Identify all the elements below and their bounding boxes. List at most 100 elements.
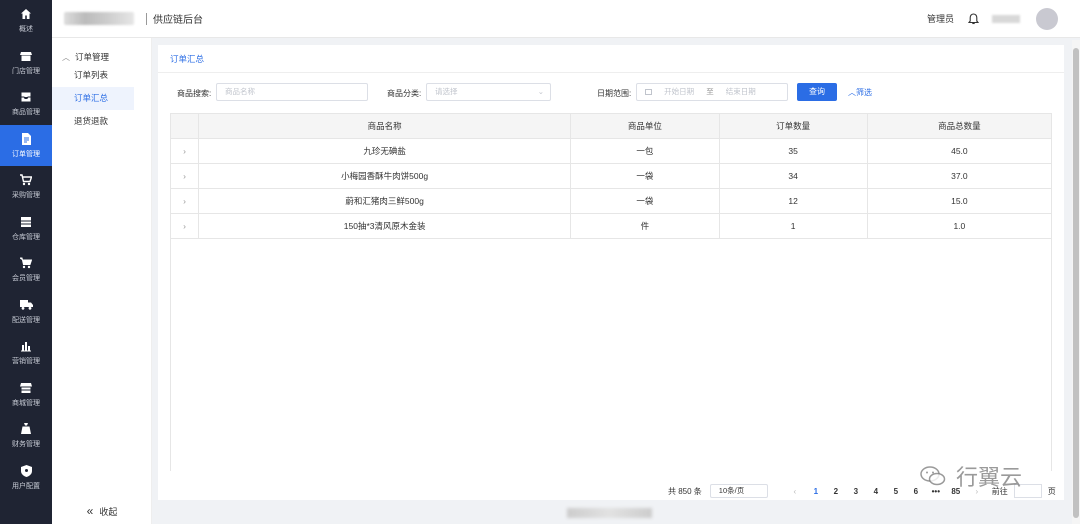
table-cell: 一包 xyxy=(570,138,720,164)
subnav-group-orders[interactable]: ︿ 订单管理 xyxy=(52,38,151,64)
sidebar-item-purchase[interactable]: 采购管理 xyxy=(0,166,52,208)
sidebar-item-label: 营销管理 xyxy=(12,358,40,366)
column-header[interactable]: 商品名称 xyxy=(197,113,572,139)
expand-chevron-icon[interactable]: › xyxy=(170,188,199,214)
subnav-group-label: 订单管理 xyxy=(75,52,110,62)
table-cell: 1 xyxy=(718,213,868,239)
expand-chevron-icon[interactable]: › xyxy=(170,163,199,189)
sidebar-item-label: 订单管理 xyxy=(12,150,40,158)
sidebar-item-goods[interactable]: 商品管理 xyxy=(0,83,52,125)
wechat-icon xyxy=(920,466,946,486)
money-bag-icon xyxy=(19,422,33,436)
shop-icon xyxy=(19,381,33,395)
sidebar-item-label: 配送管理 xyxy=(12,316,40,324)
chevron-up-icon: ︿ xyxy=(848,88,856,97)
header-divider xyxy=(146,12,147,25)
date-range-picker[interactable]: 开始日期 至 结束日期 xyxy=(636,83,788,101)
page-size-select[interactable]: 10条/页 xyxy=(709,484,768,498)
sidebar-item-label: 商城管理 xyxy=(12,399,40,407)
page-button[interactable]: 2 xyxy=(826,487,846,496)
table-cell: 一袋 xyxy=(570,188,720,214)
filter-toggle[interactable]: ︿筛选 xyxy=(848,87,872,98)
bar-chart-icon xyxy=(19,339,33,353)
page-button[interactable]: 5 xyxy=(886,487,906,496)
sidebar-item-user-config[interactable]: 用户配置 xyxy=(0,457,52,499)
date-end-placeholder: 结束日期 xyxy=(725,87,756,96)
table-cell: 37.0 xyxy=(866,163,1053,189)
top-header: 供应链后台 管理员 xyxy=(52,0,1080,38)
avatar[interactable] xyxy=(1036,7,1058,30)
category-select[interactable]: 请选择 ⌄ xyxy=(426,83,551,101)
page-button[interactable]: 3 xyxy=(846,487,866,496)
page-title: 订单汇总 xyxy=(158,45,1064,73)
bell-icon[interactable] xyxy=(966,12,980,26)
warehouse-icon xyxy=(19,215,33,229)
main-content: 订单汇总 商品搜索: 商品名称 商品分类: 请选择 ⌄ 日期范围: 开始日期 至… xyxy=(158,45,1064,500)
calendar-icon xyxy=(645,89,652,96)
cart-icon xyxy=(19,256,33,270)
query-button[interactable]: 查询 xyxy=(797,83,837,101)
column-header[interactable]: 订单数量 xyxy=(718,113,868,139)
sub-navigation: ︿ 订单管理 订单列表 订单汇总 退货退款 « 收起 xyxy=(52,38,152,524)
table-row: › 九珍无碘盐 一包 35 45.0 xyxy=(170,138,1053,164)
table-cell: 150抽*3清风原木金装 xyxy=(197,213,572,239)
sidebar-item-delivery[interactable]: 配送管理 xyxy=(0,291,52,333)
sidebar-item-member[interactable]: 会员管理 xyxy=(0,249,52,291)
search-input[interactable]: 商品名称 xyxy=(216,83,368,101)
app-title: 供应链后台 xyxy=(153,15,203,26)
total-count: 共 850 条 xyxy=(668,486,702,496)
sidebar-item-finance[interactable]: 财务管理 xyxy=(0,415,52,457)
filter-label: 筛选 xyxy=(856,88,872,97)
table-cell: 12 xyxy=(718,188,868,214)
table-row: › 蔚和汇猪肉三鲜500g 一袋 12 15.0 xyxy=(170,188,1053,214)
column-header[interactable]: 商品总数量 xyxy=(866,113,1053,139)
double-chevron-left-icon: « xyxy=(86,504,94,518)
page-scrollbar[interactable] xyxy=(1072,40,1080,524)
chevron-up-icon: ︿ xyxy=(62,52,70,62)
date-start-placeholder: 开始日期 xyxy=(664,87,695,96)
subnav-item-order-summary[interactable]: 订单汇总 xyxy=(52,87,134,110)
document-icon xyxy=(19,132,33,146)
sidebar-item-marketing[interactable]: 营销管理 xyxy=(0,332,52,374)
subnav-item-returns[interactable]: 退货退款 xyxy=(52,110,151,133)
table-cell: 一袋 xyxy=(570,163,720,189)
prev-page-icon[interactable]: ‹ xyxy=(784,487,806,496)
sidebar-item-label: 财务管理 xyxy=(12,441,40,449)
sidebar-item-label: 用户配置 xyxy=(12,482,40,490)
scrollbar-thumb[interactable] xyxy=(1073,48,1079,518)
table-row: › 150抽*3清风原木金装 件 1 1.0 xyxy=(170,213,1053,239)
table-cell: 小梅园香酥牛肉饼500g xyxy=(197,163,572,189)
collapse-button[interactable]: « 收起 xyxy=(52,504,152,518)
date-separator: 至 xyxy=(706,87,714,96)
truck-icon xyxy=(19,298,33,312)
table-cell: 件 xyxy=(570,213,720,239)
sidebar-item-store[interactable]: 门店管理 xyxy=(0,42,52,84)
table-cell: 1.0 xyxy=(866,213,1053,239)
table-cell: 45.0 xyxy=(866,138,1053,164)
username[interactable] xyxy=(992,14,1020,23)
expand-column-header xyxy=(170,113,199,139)
table-cell: 九珍无碘盐 xyxy=(197,138,572,164)
sidebar-item-label: 仓库管理 xyxy=(12,233,40,241)
search-label: 商品搜索: xyxy=(177,89,212,98)
home-icon xyxy=(19,7,33,21)
sidebar-item-label: 会员管理 xyxy=(12,275,40,283)
expand-chevron-icon[interactable]: › xyxy=(170,138,199,164)
table-cell: 15.0 xyxy=(866,188,1053,214)
page-button[interactable]: 1 xyxy=(806,487,826,496)
goto-suffix: 页 xyxy=(1047,486,1056,496)
category-label: 商品分类: xyxy=(387,89,422,98)
date-range-label: 日期范围: xyxy=(597,89,632,98)
sidebar-item-overview[interactable]: 概述 xyxy=(0,0,52,42)
column-header[interactable]: 商品单位 xyxy=(570,113,720,139)
expand-chevron-icon[interactable]: › xyxy=(170,213,199,239)
sidebar-item-warehouse[interactable]: 仓库管理 xyxy=(0,208,52,250)
subnav-item-order-list[interactable]: 订单列表 xyxy=(52,64,151,87)
collapse-label: 收起 xyxy=(99,507,118,517)
user-role[interactable]: 管理员 xyxy=(927,12,954,25)
sidebar-item-mall[interactable]: 商城管理 xyxy=(0,374,52,416)
watermark: 行翼云 xyxy=(920,460,1022,492)
sidebar-item-orders[interactable]: 订单管理 xyxy=(0,124,52,166)
page-button[interactable]: 4 xyxy=(866,487,886,496)
table-header-row: 商品名称 商品单位 订单数量 商品总数量 xyxy=(170,113,1053,139)
